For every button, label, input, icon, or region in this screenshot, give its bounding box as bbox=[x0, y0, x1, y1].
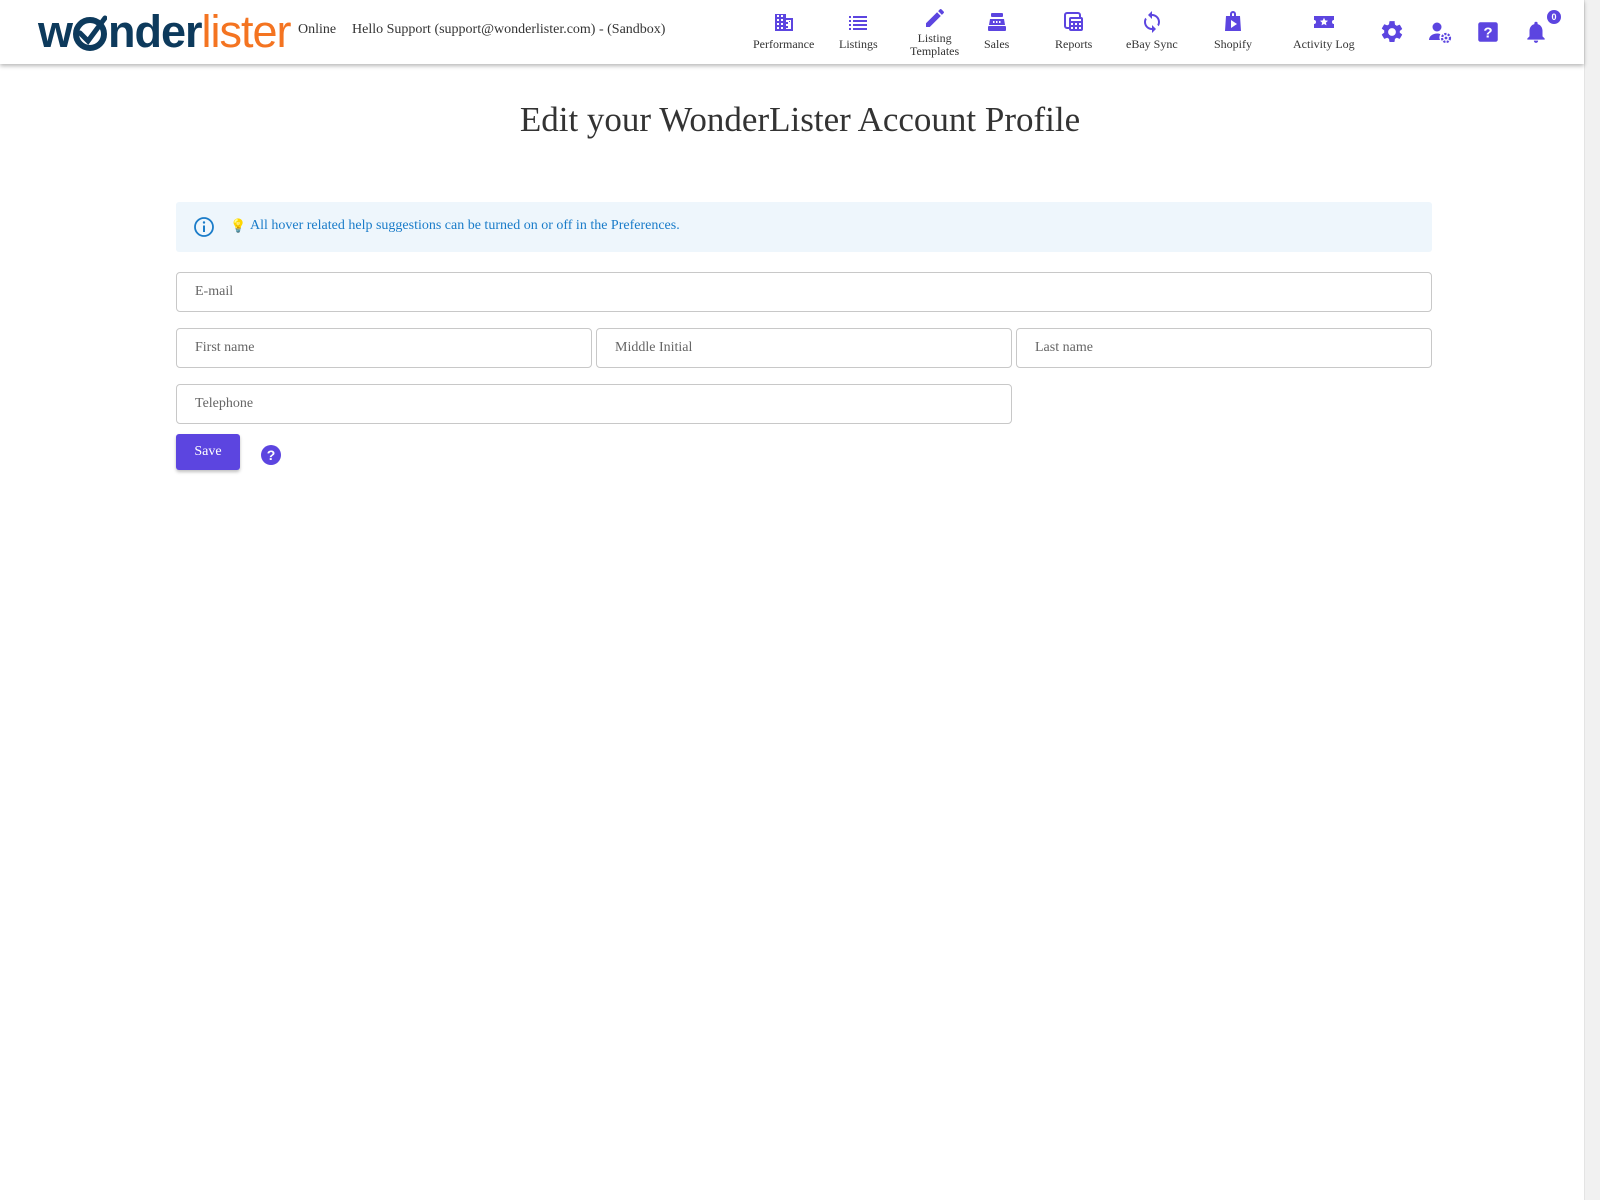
email-field[interactable] bbox=[176, 272, 1432, 312]
cash-register-icon bbox=[987, 13, 1006, 31]
first-name-field[interactable] bbox=[176, 328, 592, 368]
page-title: Edit your WonderLister Account Profile bbox=[519, 100, 1081, 139]
pencil-icon bbox=[925, 8, 944, 28]
nav-listings[interactable]: Listings bbox=[839, 10, 878, 51]
svg-text:?: ? bbox=[1483, 24, 1492, 41]
nav-activity-log-label: Activity Log bbox=[1293, 37, 1355, 51]
info-message: All hover related help suggestions can b… bbox=[250, 218, 680, 233]
nav-sales[interactable]: Sales bbox=[984, 10, 1009, 51]
account-settings-button[interactable] bbox=[1427, 19, 1453, 45]
settings-button[interactable] bbox=[1379, 19, 1405, 45]
nav-ebay-sync[interactable]: eBay Sync bbox=[1126, 10, 1178, 51]
wonderlister-logo[interactable]: w nder lister bbox=[38, 5, 292, 57]
nav-performance[interactable]: Performance bbox=[753, 10, 814, 51]
help-icon: ? bbox=[1478, 22, 1498, 42]
calculator-icon bbox=[1063, 12, 1083, 31]
save-button[interactable]: Save bbox=[176, 434, 240, 470]
shopping-bag-icon bbox=[1225, 11, 1241, 31]
nav-performance-label: Performance bbox=[753, 37, 815, 51]
building-icon bbox=[774, 14, 793, 31]
nav-shopify-label: Shopify bbox=[1214, 37, 1253, 51]
info-circle-icon bbox=[194, 217, 214, 237]
sync-icon bbox=[1143, 11, 1160, 33]
nav-listing-templates-label: Listing Templates bbox=[910, 31, 960, 58]
nav-reports[interactable]: Reports bbox=[1055, 10, 1092, 51]
nav-reports-label: Reports bbox=[1055, 37, 1093, 51]
lightbulb-icon: 💡 bbox=[230, 218, 247, 233]
list-icon bbox=[849, 16, 868, 30]
top-navbar: w nder lister Online Hello Support (supp… bbox=[0, 0, 1584, 64]
notifications-button[interactable] bbox=[1523, 19, 1549, 45]
bell-icon bbox=[1527, 21, 1545, 43]
last-name-field[interactable] bbox=[1016, 328, 1432, 368]
ticket-star-icon bbox=[1313, 16, 1334, 28]
page-scrollbar[interactable] bbox=[1584, 0, 1600, 1200]
nav-shopify[interactable]: Shopify bbox=[1214, 10, 1252, 51]
nav-ebay-sync-label: eBay Sync bbox=[1126, 37, 1178, 51]
help-button[interactable]: ? bbox=[1475, 19, 1501, 45]
notification-count-badge: 0 bbox=[1547, 10, 1561, 24]
connection-status: Online bbox=[298, 22, 337, 37]
user-settings-icon bbox=[1429, 22, 1452, 44]
nav-listings-label: Listings bbox=[839, 37, 878, 51]
middle-initial-field[interactable] bbox=[596, 328, 1012, 368]
user-greeting: Hello Support (support@wonderlister.com)… bbox=[352, 22, 666, 37]
telephone-field[interactable] bbox=[176, 384, 1012, 424]
question-circle-icon[interactable]: ? bbox=[260, 444, 282, 466]
logo-checkmark-o-icon bbox=[73, 14, 108, 52]
logo-text-nder: nder bbox=[108, 5, 203, 57]
logo-text-w: w bbox=[38, 5, 73, 57]
gear-icon bbox=[1381, 21, 1403, 42]
nav-activity-log[interactable]: Activity Log bbox=[1293, 10, 1355, 51]
info-banner: 💡 All hover related help suggestions can… bbox=[176, 202, 1432, 252]
nav-listing-templates[interactable]: Listing Templates bbox=[910, 6, 959, 58]
nav-sales-label: Sales bbox=[984, 37, 1010, 51]
logo-text-lister: lister bbox=[201, 5, 292, 57]
svg-text:?: ? bbox=[267, 447, 276, 463]
